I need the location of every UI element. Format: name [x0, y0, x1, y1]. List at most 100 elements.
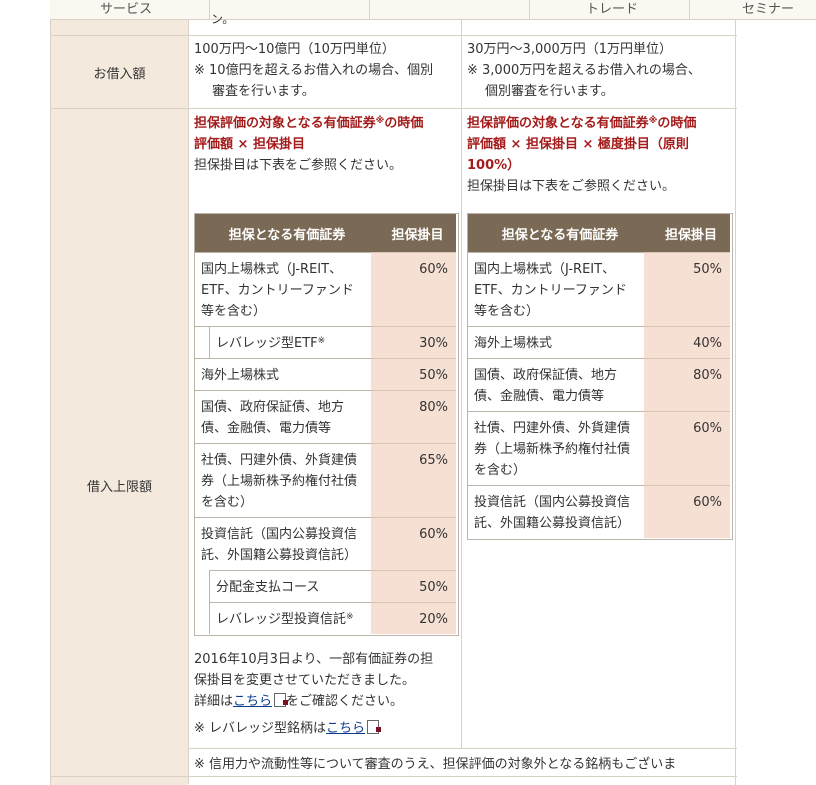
row-line: 分配金支払コース [216, 580, 320, 595]
table-row-name: 海外上場株式 [468, 326, 652, 358]
prev-row-head [51, 20, 188, 35]
col1-formula-text-b: の時価 [384, 116, 424, 131]
loan-amount-col2-note1: ※ 3,000万円を超えるお借入れの場合、 [467, 63, 701, 78]
details-link[interactable]: こちら [233, 694, 272, 709]
row-line: 等を含む） [201, 304, 267, 319]
table-row-rate: 60% [644, 485, 730, 538]
col1-table-header-name: 担保となる有価証券 [195, 214, 380, 252]
table-row: 海外上場株式 50% [195, 358, 456, 390]
row-line: ETF、カントリーファンド [201, 283, 354, 298]
row-line: 投資信託（国内公募投資信 [201, 527, 358, 542]
table-row: 海外上場株式 40% [468, 326, 730, 358]
table-row-name: 分配金支払コース [209, 570, 379, 602]
loan-limit-col2-formula: 担保評価の対象となる有価証券※の時価 評価額 × 担保掛目 × 極度掛目（原則 … [467, 113, 735, 197]
col2-table-header-rate: 担保掛目 [652, 214, 730, 252]
row-line: 債、金融債、電力債等 [201, 421, 332, 436]
loan-amount-col1-note1: ※ 10億円を超えるお借入れの場合、個別 [194, 63, 434, 78]
col2-table-header-name: 担保となる有価証券 [468, 214, 653, 252]
table-row-name: 国債、政府保証債、地方 債、金融債、電力債等 [195, 390, 379, 443]
external-link-icon [274, 693, 289, 707]
external-link-icon [367, 720, 382, 734]
loan-limit-label: 借入上限額 [86, 479, 152, 495]
loan-amount-col1-note2: 審査を行います。 [212, 84, 315, 99]
table-row-rate: 65% [371, 443, 456, 517]
sub-row-indent [195, 326, 209, 358]
table-row-rate: 50% [371, 358, 456, 390]
table-row-rate: 40% [644, 326, 730, 358]
nav-tab-service[interactable]: サービス [50, 0, 210, 20]
table-row-name: 国内上場株式（J-REIT、 ETF、カントリーファンド 等を含む） [195, 252, 379, 326]
col2-formula-text-a: 担保評価の対象となる有価証券 [467, 116, 649, 131]
table-row-rate: 60% [371, 517, 456, 570]
row-line: 海外上場株式 [201, 368, 280, 383]
col2-formula-note: 担保掛目は下表をご参照ください。 [467, 179, 676, 194]
row-line: ETF、カントリーファンド [474, 283, 627, 298]
row-line: 券（上場新株予約権付社債 [474, 442, 631, 457]
col1-leverage-line: ※ レバレッジ型銘柄はこちら [194, 718, 459, 739]
col2-formula-text-b: の時価 [657, 116, 697, 131]
row-sup: ※ [317, 336, 326, 346]
row-line: 券（上場新株予約権付社債 [201, 474, 358, 489]
col1-details-line: 詳細はこちら をご確認ください。 [194, 691, 459, 712]
nav-tab-service-label: サービス [100, 2, 153, 17]
table-row: 投資信託（国内公募投資信 託、外国籍公募投資信託） 60% [468, 485, 730, 538]
table-row-name: 社債、円建外債、外貨建債 券（上場新株予約権付社債 を含む） [195, 443, 379, 517]
row-line: 社債、円建外債、外貨建債 [201, 453, 358, 468]
loan-amount-col2: 30万円～3,000万円（1万円単位） ※ 3,000万円を超えるお借入れの場合… [467, 39, 729, 102]
table-row: レバレッジ型ETF※ 30% [195, 326, 456, 358]
row-line: レバレッジ型ETF [216, 336, 318, 351]
loan-amount-col1: 100万円～10億円（10万円単位） ※ 10億円を超えるお借入れの場合、個別 … [194, 39, 456, 102]
table-row-rate: 50% [371, 570, 456, 602]
prev-row-divider-1 [188, 20, 189, 784]
nav-tab-trade[interactable]: トレード [530, 0, 690, 20]
prev-row-divider-2 [461, 20, 462, 748]
col2-formula-line3: 100%） [467, 158, 521, 173]
row-line: を含む） [474, 463, 527, 478]
row-line: を含む） [201, 495, 254, 510]
col1-formula-text-a: 担保評価の対象となる有価証券 [194, 116, 376, 131]
col1-formula-line2: 評価額 × 担保掛目 [194, 137, 305, 152]
table-row: 分配金支払コース 50% [195, 570, 456, 602]
collateral-table-col1: 担保となる有価証券 担保掛目 国内上場株式（J-REIT、 ETF、カントリーファ… [194, 213, 459, 636]
row-line: 託、外国籍公募投資信託） [201, 548, 358, 563]
leverage-prefix: ※ レバレッジ型銘柄は [194, 721, 327, 736]
loan-limit-col1-formula: 担保評価の対象となる有価証券※の時価 評価額 × 担保掛目 担保掛目は下表をご参… [194, 113, 459, 176]
nav-tab-3[interactable] [370, 0, 530, 20]
col2-formula-line1: 担保評価の対象となる有価証券※の時価 [467, 113, 735, 134]
loan-amount-col2-range: 30万円～3,000万円（1万円単位） [467, 42, 673, 57]
row-line: 国内上場株式（J-REIT、 [201, 262, 343, 277]
table-row-name: 国内上場株式（J-REIT、 ETF、カントリーファンド 等を含む） [468, 252, 652, 326]
table-row: 国債、政府保証債、地方 債、金融債、電力債等 80% [468, 358, 730, 411]
table-row-name: 投資信託（国内公募投資信 託、外国籍公募投資信託） [195, 517, 379, 570]
table-row: 投資信託（国内公募投資信 託、外国籍公募投資信託） 60% [195, 517, 456, 570]
row-line: 国内上場株式（J-REIT、 [474, 262, 616, 277]
nav-tab-seminar[interactable]: セミナー [690, 0, 816, 20]
table-row: 社債、円建外債、外貨建債 券（上場新株予約権付社債 を含む） 65% [195, 443, 456, 517]
screening-note: ※ 信用力や流動性等について審査のうえ、担保評価の対象外となる銘柄もございま [194, 757, 677, 772]
row-line: 託、外国籍公募投資信託） [474, 516, 631, 531]
table-row: 社債、円建外債、外貨建債 券（上場新株予約権付社債 を含む） 60% [468, 411, 730, 485]
leverage-link[interactable]: こちら [326, 721, 365, 736]
row-line: 等を含む） [474, 304, 540, 319]
row-line: 海外上場株式 [474, 336, 553, 351]
table-row-rate: 60% [371, 252, 456, 326]
col1-change-notice-2: 保掛目を変更させていただきました。 [194, 673, 416, 688]
col1-formula-line1: 担保評価の対象となる有価証券※の時価 [194, 113, 459, 134]
loan-amount-row-head: お借入額 [51, 36, 188, 108]
table-row-name: 海外上場株式 [195, 358, 379, 390]
col2-formula-sup: ※ [648, 116, 658, 126]
sub-row-indent [195, 570, 209, 634]
row-line: 社債、円建外債、外貨建債 [474, 421, 631, 436]
col1-change-notice-1: 2016年10月3日より、一部有価証券の担 [194, 652, 434, 667]
details-suffix: をご確認ください。 [286, 694, 404, 709]
table-row-rate: 30% [371, 326, 456, 358]
col1-after-notes: 2016年10月3日より、一部有価証券の担 保掛目を変更させていただきました。 … [194, 649, 459, 739]
table-row-name: 投資信託（国内公募投資信 託、外国籍公募投資信託） [468, 485, 652, 538]
details-prefix: 詳細は [194, 694, 234, 709]
row-divider [51, 776, 737, 777]
row-line: 債、金融債、電力債等 [474, 389, 605, 404]
row-line: 国債、政府保証債、地方 [474, 368, 618, 383]
comparison-table: ン。 お借入額 100万円～10億円（10万円単位） ※ 10億円を超えるお借入… [50, 12, 737, 785]
row-line: レバレッジ型投資信託 [216, 612, 347, 627]
col2-formula-line2: 評価額 × 担保掛目 × 極度掛目（原則 [467, 137, 689, 152]
